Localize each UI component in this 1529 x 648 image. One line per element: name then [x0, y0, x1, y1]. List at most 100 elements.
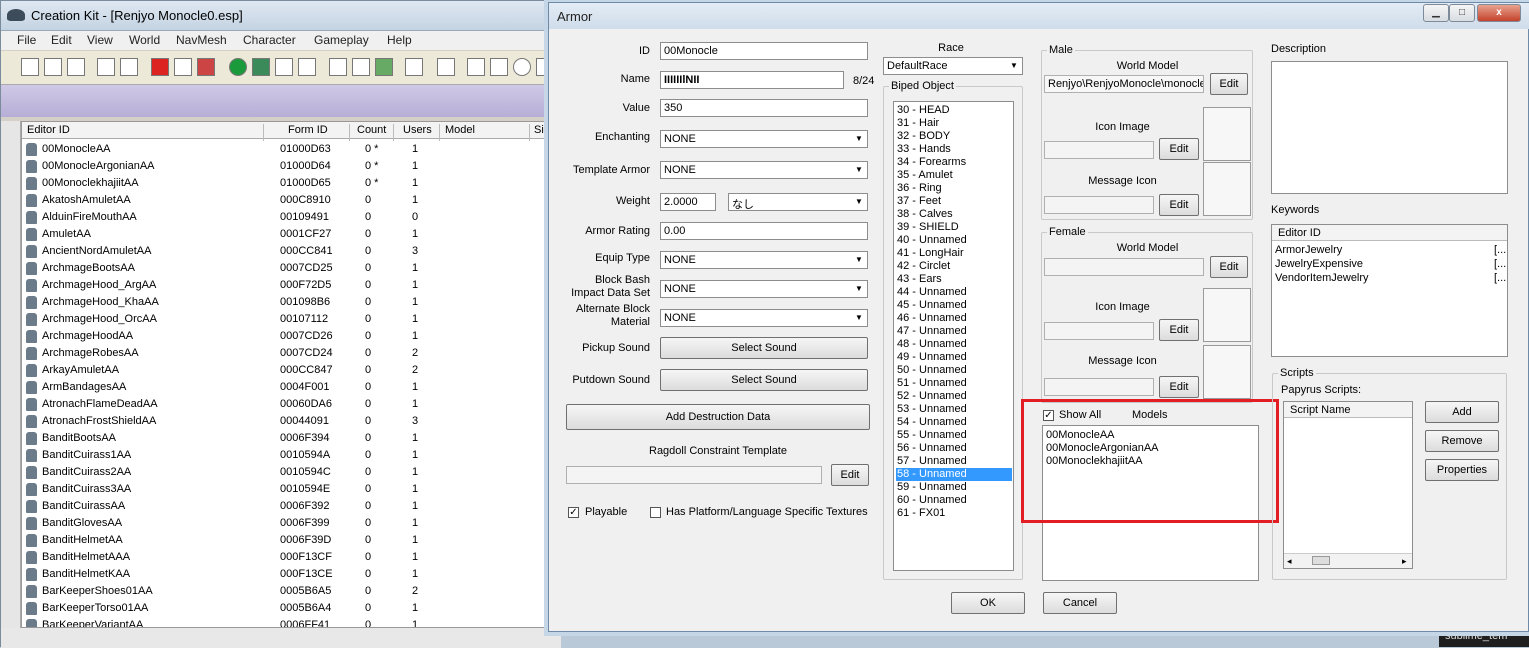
col-editor-id[interactable]: Editor ID — [22, 124, 264, 141]
table-row[interactable]: BanditBootsAA 0006F394 0 1 — [22, 430, 560, 447]
ok-button[interactable]: OK — [951, 592, 1025, 614]
table-row[interactable]: ArchmageBootsAA 0007CD25 0 1 — [22, 260, 560, 277]
biped-item[interactable]: 35 - Amulet — [896, 169, 953, 182]
male-world-model-edit-button[interactable]: Edit — [1210, 73, 1248, 95]
col-count[interactable]: Count — [350, 124, 394, 141]
biped-item[interactable]: 30 - HEAD — [896, 104, 950, 117]
keywords-list[interactable]: Editor ID ArmorJewelry JewelryExpensive … — [1271, 224, 1508, 357]
col-users[interactable]: Users — [394, 124, 440, 141]
redo-icon[interactable] — [120, 58, 138, 76]
race-select[interactable]: DefaultRace ▼ — [883, 57, 1023, 75]
female-message-icon-input[interactable] — [1044, 378, 1154, 396]
table-row[interactable]: BanditHelmetAAA 000F13CF 0 1 — [22, 549, 560, 566]
playable-checkbox[interactable]: ✓ — [568, 507, 579, 518]
block-bash-select[interactable]: NONE ▼ — [660, 280, 868, 298]
scripts-col-name[interactable]: Script Name — [1290, 404, 1351, 416]
grass-icon[interactable] — [375, 58, 393, 76]
table-row[interactable]: BarKeeperTorso01AA 0005B6A4 0 1 — [22, 600, 560, 617]
minimize-button[interactable]: ▁ — [1423, 4, 1449, 22]
biped-item[interactable]: 34 - Forearms — [896, 156, 966, 169]
male-world-model-path[interactable]: Renjyo\RenjyoMonocle\monocle — [1044, 75, 1204, 93]
biped-item[interactable]: 55 - Unnamed — [896, 429, 967, 442]
landscape-icon[interactable] — [229, 58, 247, 76]
value-input[interactable]: 350 — [660, 99, 868, 117]
equip-type-select[interactable]: NONE ▼ — [660, 251, 868, 269]
biped-item[interactable]: 39 - SHIELD — [896, 221, 959, 234]
menu-file[interactable]: File — [17, 33, 36, 47]
table-row[interactable]: AlduinFireMouthAA 00109491 0 0 — [22, 209, 560, 226]
female-icon-image-input[interactable] — [1044, 322, 1154, 340]
platform-textures-checkbox[interactable] — [650, 507, 661, 518]
biped-item[interactable]: 56 - Unnamed — [896, 442, 967, 455]
speech-icon[interactable] — [405, 58, 423, 76]
biped-item[interactable]: 31 - Hair — [896, 117, 939, 130]
save-icon[interactable] — [44, 58, 62, 76]
menu-navmesh[interactable]: NavMesh — [176, 33, 227, 47]
cancel-button[interactable]: Cancel — [1043, 592, 1117, 614]
table-row[interactable]: 00MonocleArgonianAA 01000D64 0 * 1 — [22, 158, 560, 175]
alternate-block-select[interactable]: NONE ▼ — [660, 309, 868, 327]
table-row[interactable]: ArchmageHood_OrcAA 00107112 0 1 — [22, 311, 560, 328]
biped-object-list[interactable]: 30 - HEAD 31 - Hair 32 - BODY 33 - Hands 34 … — [893, 101, 1014, 571]
template-armor-select[interactable]: NONE ▼ — [660, 161, 868, 179]
render-icon[interactable] — [151, 58, 169, 76]
remove-script-button[interactable]: Remove — [1425, 430, 1499, 452]
scripts-list[interactable]: Script Name ◂ ▸ — [1283, 401, 1413, 569]
biped-item[interactable]: 46 - Unnamed — [896, 312, 967, 325]
table-row[interactable]: BarKeeperVariantAA 0006FF41 0 1 — [22, 617, 560, 627]
name-input[interactable]: IIIIIIlNII — [660, 71, 844, 89]
biped-item[interactable]: 57 - Unnamed — [896, 455, 967, 468]
biped-item[interactable]: 52 - Unnamed — [896, 390, 967, 403]
table-row[interactable]: BanditGlovesAA 0006F399 0 1 — [22, 515, 560, 532]
biped-item[interactable]: 51 - Unnamed — [896, 377, 967, 390]
biped-item[interactable]: 59 - Unnamed — [896, 481, 967, 494]
biped-item[interactable]: 40 - Unnamed — [896, 234, 967, 247]
clock-icon[interactable] — [513, 58, 531, 76]
add-script-button[interactable]: Add — [1425, 401, 1499, 423]
table-row[interactable]: AkatoshAmuletAA 000C8910 0 1 — [22, 192, 560, 209]
biped-item[interactable]: 60 - Unnamed — [896, 494, 967, 507]
table-row[interactable]: BanditCuirass1AA 0010594A 0 1 — [22, 447, 560, 464]
menu-edit[interactable]: Edit — [51, 33, 72, 47]
keyword-item[interactable]: ArmorJewelry — [1274, 244, 1342, 257]
keywords-col-editor-id[interactable]: Editor ID — [1278, 227, 1321, 239]
brush-icon[interactable] — [174, 58, 192, 76]
table-row[interactable]: ArchmageHood_ArgAA 000F72D5 0 1 — [22, 277, 560, 294]
table-row[interactable]: 00MonoclekhajiitAA 01000D65 0 * 1 — [22, 175, 560, 192]
object-tree-edge[interactable] — [1, 121, 21, 628]
terrain-icon[interactable] — [252, 58, 270, 76]
add-destruction-data-button[interactable]: Add Destruction Data — [566, 404, 870, 430]
weight-unit-select[interactable]: なし ▼ — [728, 193, 868, 211]
armor-rating-input[interactable]: 0.00 — [660, 222, 868, 240]
enchanting-select[interactable]: NONE ▼ — [660, 130, 868, 148]
scroll-thumb[interactable] — [1312, 556, 1330, 565]
object-list[interactable]: Editor ID Form ID Count Users Model Siz … — [21, 121, 561, 628]
bones-icon[interactable] — [298, 58, 316, 76]
table-row[interactable]: ArkayAmuletAA 000CC847 0 2 — [22, 362, 560, 379]
biped-item[interactable]: 33 - Hands — [896, 143, 951, 156]
undo-icon[interactable] — [97, 58, 115, 76]
pickup-select-sound-button[interactable]: Select Sound — [660, 337, 868, 359]
table-row[interactable]: AncientNordAmuletAA 000CC841 0 3 — [22, 243, 560, 260]
ragdoll-input[interactable] — [566, 466, 822, 484]
snap-icon[interactable] — [197, 58, 215, 76]
keyword-item[interactable]: VendorItemJewelry — [1274, 272, 1369, 285]
cube-icon[interactable] — [467, 58, 485, 76]
table-row[interactable]: BanditHelmetAA 0006F39D 0 1 — [22, 532, 560, 549]
biped-item[interactable]: 43 - Ears — [896, 273, 942, 286]
biped-item[interactable]: 37 - Feet — [896, 195, 941, 208]
menu-character[interactable]: Character — [243, 33, 296, 47]
biped-item[interactable]: 54 - Unnamed — [896, 416, 967, 429]
biped-item[interactable]: 48 - Unnamed — [896, 338, 967, 351]
table-row[interactable]: ArchmageHood_KhaAA 001098B6 0 1 — [22, 294, 560, 311]
table-row[interactable]: BanditCuirassAA 0006F392 0 1 — [22, 498, 560, 515]
table-row[interactable]: AtronachFrostShieldAA 00044091 0 3 — [22, 413, 560, 430]
animation-icon[interactable] — [437, 58, 455, 76]
biped-item[interactable]: 41 - LongHair — [896, 247, 964, 260]
biped-item[interactable]: 53 - Unnamed — [896, 403, 967, 416]
scroll-right-icon[interactable]: ▸ — [1402, 556, 1407, 567]
table-row[interactable]: ArchmageHoodAA 0007CD26 0 1 — [22, 328, 560, 345]
biped-item[interactable]: 42 - Circlet — [896, 260, 950, 273]
description-textarea[interactable] — [1271, 61, 1508, 194]
menu-gameplay[interactable]: Gameplay — [314, 33, 369, 47]
